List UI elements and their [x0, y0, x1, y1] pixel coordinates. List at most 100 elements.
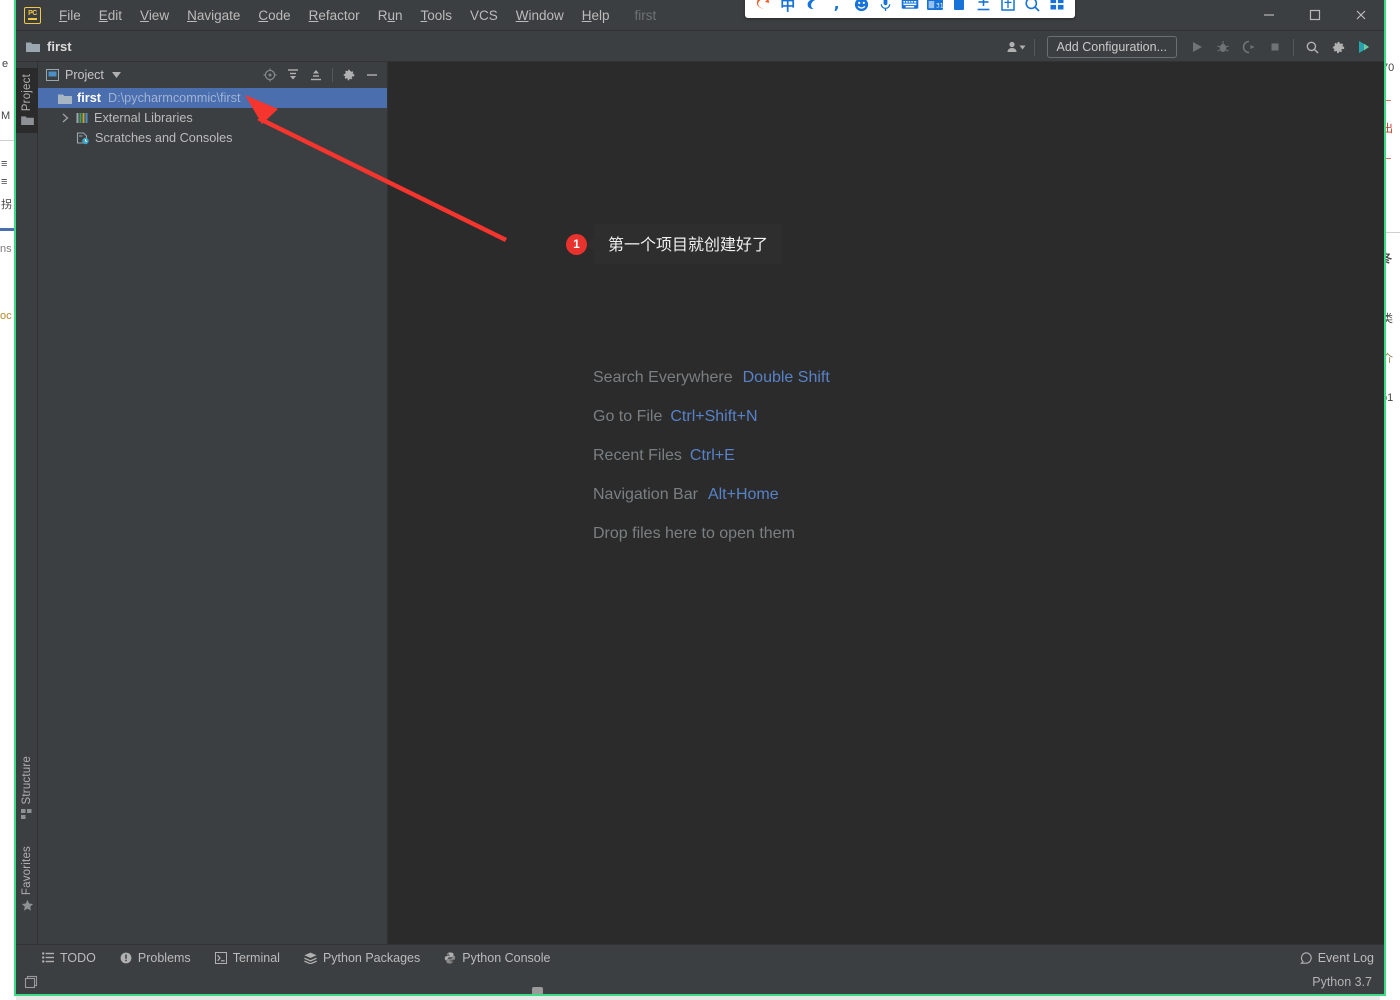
tab-problems[interactable]: Problems — [120, 951, 191, 965]
project-tree: first D:\pycharmcommic\first External Li… — [38, 88, 387, 944]
sidebar-item-project[interactable]: Project — [16, 68, 38, 134]
minimize-icon[interactable] — [1246, 0, 1292, 30]
sidebar-item-favorites[interactable]: Favorites — [16, 846, 38, 916]
user-dropdown-icon[interactable] — [1004, 35, 1028, 59]
debug-icon[interactable] — [1211, 35, 1235, 59]
status-bar: Python 3.7 — [16, 970, 1384, 994]
hint-action: Search Everywhere — [593, 368, 733, 386]
run-icon[interactable] — [1185, 35, 1209, 59]
tree-item-label: first — [77, 91, 101, 105]
menu-item-file[interactable]: File — [50, 5, 90, 26]
list-item: Drop files here to open them — [593, 514, 830, 553]
settings-gear-icon[interactable] — [339, 65, 359, 85]
bg-fragment: ≡ — [1, 176, 8, 188]
expand-all-icon[interactable] — [283, 65, 303, 85]
menu-item-window[interactable]: Window — [507, 5, 573, 26]
terminal-icon — [214, 951, 227, 964]
translate-icon[interactable] — [972, 0, 994, 15]
stop-icon[interactable] — [1263, 35, 1287, 59]
sidebar-item-structure[interactable]: Structure — [16, 756, 38, 824]
editor-area[interactable]: 1 第一个项目就创建好了 Search Everywhere Double Sh… — [388, 62, 1384, 944]
empty-editor-hints: Search Everywhere Double Shift Go to Fil… — [593, 358, 830, 553]
folder-icon — [58, 93, 72, 104]
menu-item-vcs[interactable]: VCS — [461, 5, 507, 26]
breadcrumb[interactable]: first — [47, 39, 72, 54]
tab-label: Python Console — [462, 950, 551, 965]
chevron-right-icon[interactable] — [62, 113, 69, 123]
project-tool-window: Project first D:\pycharmcommic\first Ext… — [38, 62, 388, 944]
table-row[interactable]: Scratches and Consoles — [38, 128, 387, 148]
chevron-down-icon[interactable] — [111, 72, 121, 78]
emoji-icon[interactable] — [850, 0, 872, 15]
menu-item-code[interactable]: Code — [249, 5, 299, 26]
chinese-mode-icon[interactable]: 中 — [776, 0, 798, 15]
sogou-ime-toolbar[interactable]: 中 , 31 — [745, 0, 1075, 18]
annotation-callout: 1 第一个项目就创建好了 — [566, 224, 783, 264]
table-row[interactable]: first D:\pycharmcommic\first — [38, 88, 387, 108]
pycharm-logo-icon: PC — [24, 6, 41, 24]
menu-item-help[interactable]: Help — [573, 5, 619, 26]
event-log-button[interactable]: Event Log — [1299, 945, 1374, 971]
svg-text:31: 31 — [936, 2, 944, 9]
coverage-icon[interactable] — [1237, 35, 1261, 59]
select-opened-file-icon[interactable] — [260, 65, 280, 85]
close-icon[interactable] — [1338, 0, 1384, 30]
tree-item-path: D:\pycharmcommic\first — [107, 91, 241, 105]
menu-item-refactor[interactable]: Refactor — [300, 5, 369, 26]
add-configuration-button[interactable]: Add Configuration... — [1046, 36, 1177, 58]
sogou-logo-icon[interactable] — [752, 0, 774, 15]
python-console-icon — [444, 952, 456, 964]
menu-item-tools[interactable]: Tools — [411, 5, 461, 26]
menu-bar: PC File Edit View Navigate Code Refactor… — [16, 0, 1384, 30]
tab-python-console[interactable]: Python Console — [444, 950, 551, 965]
collapse-all-icon[interactable] — [306, 65, 326, 85]
tree-item-label: Scratches and Consoles — [95, 131, 233, 145]
project-pane-title: Project — [65, 68, 104, 82]
event-log-icon — [1299, 952, 1312, 964]
clipboard-icon[interactable] — [948, 0, 970, 15]
tab-label: Python Packages — [322, 950, 421, 965]
todo-icon — [42, 952, 54, 963]
search-icon[interactable] — [1300, 35, 1324, 59]
keyboard-icon[interactable] — [899, 0, 921, 15]
python-interpreter-status[interactable]: Python 3.7 — [1312, 975, 1372, 989]
tab-python-packages[interactable]: Python Packages — [304, 951, 420, 965]
scrollbar-nub[interactable] — [532, 987, 543, 994]
tab-todo[interactable]: TODO — [42, 951, 96, 965]
pycharm-window: PC File Edit View Navigate Code Refactor… — [14, 0, 1386, 996]
menu-item-edit[interactable]: Edit — [90, 5, 131, 26]
hint-shortcut: Double Shift — [742, 368, 830, 386]
menu-item-view[interactable]: View — [131, 5, 178, 26]
updates-icon[interactable] — [1352, 35, 1376, 59]
menu-item-navigate[interactable]: Navigate — [178, 5, 249, 26]
text-box-icon[interactable] — [997, 0, 1019, 15]
voice-input-icon[interactable] — [874, 0, 896, 15]
left-tool-rail: Project Structure Favorites — [16, 62, 38, 944]
project-pane-header: Project — [38, 62, 387, 88]
calendar-icon[interactable]: 31 — [923, 0, 945, 15]
moon-icon[interactable] — [801, 0, 823, 15]
folder-icon — [26, 42, 40, 52]
search-icon[interactable] — [1021, 0, 1043, 15]
status-badge: 1 — [566, 233, 587, 255]
toolbar-divider — [1033, 38, 1035, 56]
punctuation-icon[interactable]: , — [825, 0, 847, 15]
project-view-icon — [46, 69, 59, 81]
hide-icon[interactable] — [362, 65, 382, 85]
settings-gear-icon[interactable] — [1326, 35, 1350, 59]
hint-action: Drop files here to open them — [593, 524, 795, 542]
bg-fragment: e — [2, 58, 9, 70]
bg-fragment: M — [1, 110, 11, 122]
show-tool-windows-icon[interactable] — [24, 975, 39, 989]
apps-icon[interactable] — [1046, 0, 1068, 15]
tab-label: Terminal — [232, 950, 280, 965]
table-row[interactable]: External Libraries — [38, 108, 387, 128]
ide-body: Project Structure Favorites Project firs… — [16, 62, 1384, 944]
list-item: Navigation Bar Alt+Home — [593, 475, 830, 514]
hint-shortcut: Ctrl+E — [689, 446, 735, 464]
tab-terminal[interactable]: Terminal — [214, 950, 280, 965]
project-pane-actions — [260, 62, 382, 88]
hint-action: Navigation Bar — [593, 485, 698, 503]
maximize-icon[interactable] — [1292, 0, 1338, 30]
menu-item-run[interactable]: Run — [369, 5, 412, 26]
